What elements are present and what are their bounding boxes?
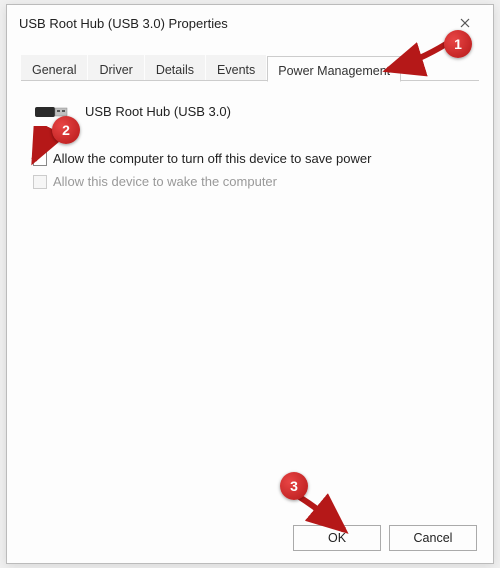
annotation-marker-2: 2 — [52, 116, 80, 144]
tab-details[interactable]: Details — [145, 55, 205, 80]
label-allow-wake: Allow this device to wake the computer — [53, 174, 277, 189]
tab-body: USB Root Hub (USB 3.0) Allow the compute… — [21, 81, 479, 501]
close-icon — [460, 18, 470, 28]
tab-driver[interactable]: Driver — [88, 55, 143, 80]
annotation-marker-3: 3 — [280, 472, 308, 500]
cancel-button[interactable]: Cancel — [389, 525, 477, 551]
content-area: General Driver Details Events Power Mana… — [7, 41, 493, 501]
annotation-arrow-1 — [370, 30, 450, 80]
properties-window: USB Root Hub (USB 3.0) Properties Genera… — [6, 4, 494, 564]
option-allow-wake-row: Allow this device to wake the computer — [33, 174, 467, 189]
tab-general[interactable]: General — [21, 55, 87, 80]
annotation-marker-1: 1 — [444, 30, 472, 58]
window-title: USB Root Hub (USB 3.0) Properties — [19, 16, 449, 31]
checkbox-allow-wake — [33, 175, 47, 189]
label-allow-turnoff: Allow the computer to turn off this devi… — [53, 151, 371, 166]
device-name: USB Root Hub (USB 3.0) — [85, 104, 231, 119]
option-allow-turnoff-row: Allow the computer to turn off this devi… — [33, 151, 467, 166]
device-row: USB Root Hub (USB 3.0) — [33, 99, 467, 123]
tab-events[interactable]: Events — [206, 55, 266, 80]
